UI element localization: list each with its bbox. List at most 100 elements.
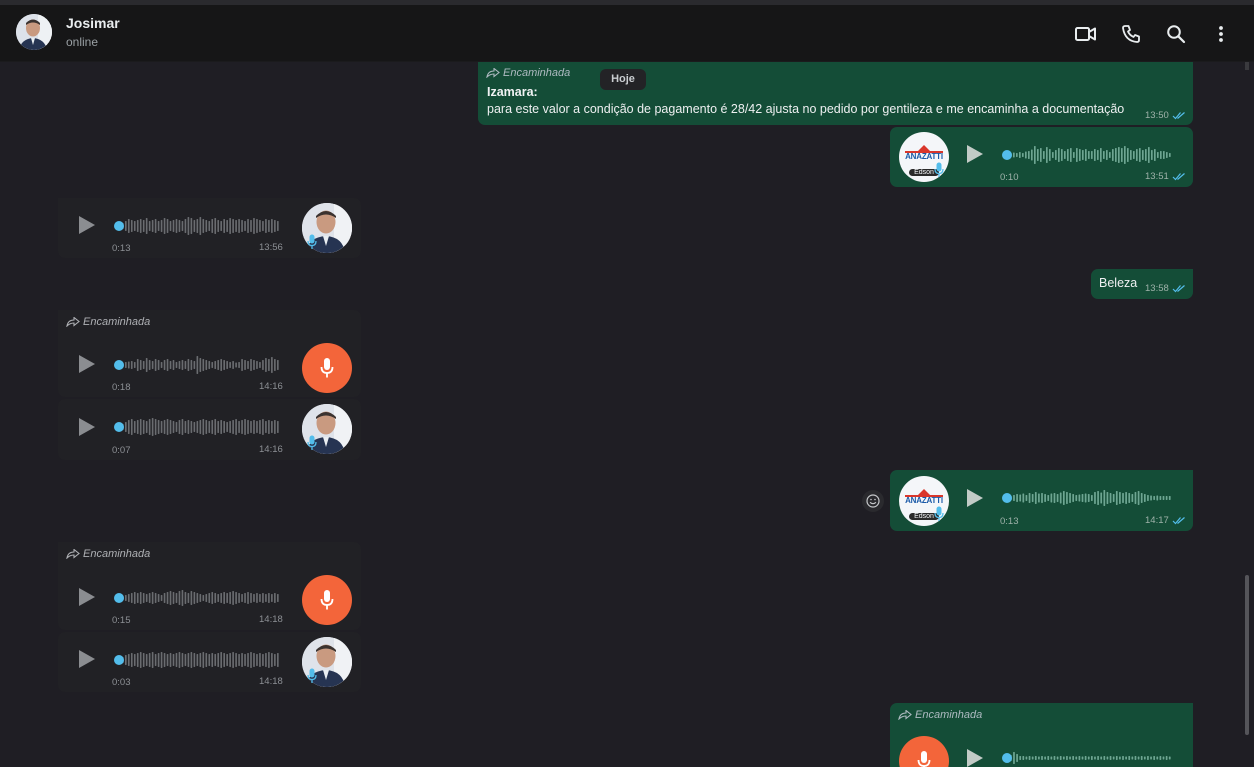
playback-position-dot[interactable] [114, 655, 124, 665]
forwarded-tag: Encaminhada [66, 316, 150, 328]
quoted-sender: Izamara: [487, 85, 538, 99]
voice-note-mic-icon [302, 343, 352, 393]
search-icon[interactable] [1164, 22, 1188, 46]
mic-badge-icon [307, 234, 317, 249]
read-ticks-icon [1172, 112, 1185, 120]
audio-message-in[interactable]: 0:03 14:18 [58, 632, 361, 692]
playback-position-dot[interactable] [114, 422, 124, 432]
contact-status: online [66, 35, 99, 49]
video-call-icon[interactable] [1074, 22, 1098, 46]
message-meta: 14:17 [1145, 515, 1186, 526]
chat-header[interactable]: Josimar online [0, 0, 1254, 62]
play-icon[interactable] [78, 649, 96, 669]
smiley-icon [866, 494, 880, 508]
audio-waveform[interactable] [114, 648, 282, 672]
forwarded-tag: Encaminhada [898, 709, 982, 721]
forwarded-label: Encaminhada [915, 709, 983, 721]
audio-message-in[interactable]: Encaminhada 0:15 14:18 [58, 542, 361, 630]
message-meta: 14:18 [259, 614, 283, 625]
read-ticks-icon [1172, 517, 1185, 525]
audio-message-out[interactable]: Encaminhada [890, 703, 1193, 767]
message-meta: 13:56 [259, 242, 283, 253]
play-icon[interactable] [966, 144, 984, 164]
audio-waveform[interactable] [1002, 486, 1174, 510]
audio-duration: 0:07 [112, 445, 131, 456]
audio-message-out[interactable]: ANAZATTI Edson 0:10 13:51 [890, 127, 1193, 187]
playback-position-dot[interactable] [114, 221, 124, 231]
message-time: 14:17 [1145, 515, 1169, 526]
playback-position-dot[interactable] [114, 360, 124, 370]
message-meta: 13:58 [1145, 283, 1186, 294]
contact-name[interactable]: Josimar [66, 15, 120, 31]
audio-message-in[interactable]: 0:13 13:56 [58, 198, 361, 258]
message-time: 13:56 [259, 242, 283, 253]
menu-icon[interactable] [1209, 22, 1233, 46]
mic-badge-icon [934, 162, 944, 177]
message-time: 14:18 [259, 614, 283, 625]
audio-duration: 0:10 [1000, 172, 1019, 183]
message-meta: 13:51 [1145, 171, 1186, 182]
message-text: Beleza [1099, 276, 1138, 290]
emoji-reaction-button[interactable] [862, 490, 884, 512]
audio-message-out[interactable]: ANAZATTI Edson 0:13 14:17 [890, 470, 1193, 531]
audio-waveform[interactable] [114, 415, 282, 439]
forwarded-label: Encaminhada [503, 67, 571, 79]
playback-position-dot[interactable] [1002, 493, 1012, 503]
audio-message-in[interactable]: 0:07 14:16 [58, 399, 361, 460]
forwarded-label: Encaminhada [83, 316, 151, 328]
forwarded-tag: Encaminhada [486, 67, 570, 79]
scrollbar-thumb[interactable] [1245, 575, 1249, 735]
message-time: 14:16 [259, 381, 283, 392]
message-bubble-out[interactable]: Beleza 13:58 [1091, 269, 1193, 299]
message-time: 13:58 [1145, 283, 1169, 294]
forward-arrow-icon [66, 549, 80, 559]
message-time: 14:18 [259, 676, 283, 687]
message-meta: 14:18 [259, 676, 283, 687]
play-icon[interactable] [966, 488, 984, 508]
message-time: 14:16 [259, 444, 283, 455]
audio-duration: 0:03 [112, 677, 131, 688]
audio-waveform[interactable] [114, 353, 282, 377]
playback-position-dot[interactable] [114, 593, 124, 603]
avatar-logo-text: ANAZATTI [905, 152, 943, 161]
playback-position-dot[interactable] [1002, 150, 1012, 160]
forward-arrow-icon [66, 317, 80, 327]
voice-note-mic-icon [899, 736, 949, 767]
audio-waveform[interactable] [1002, 746, 1174, 767]
avatar-logo-text: ANAZATTI [905, 496, 943, 505]
audio-duration: 0:15 [112, 615, 131, 626]
playback-position-dot[interactable] [1002, 753, 1012, 763]
audio-duration: 0:13 [1000, 516, 1019, 527]
message-time: 13:51 [1145, 171, 1169, 182]
play-icon[interactable] [78, 354, 96, 374]
contact-avatar[interactable] [16, 14, 52, 50]
forwarded-label: Encaminhada [83, 548, 151, 560]
message-meta: 14:16 [259, 381, 283, 392]
forward-arrow-icon [898, 710, 912, 720]
scrollbar-top [1245, 62, 1249, 70]
read-ticks-icon [1172, 173, 1185, 181]
message-text: para este valor a condição de pagamento … [487, 102, 1125, 116]
forwarded-tag: Encaminhada [66, 548, 150, 560]
read-ticks-icon [1172, 285, 1185, 293]
audio-waveform[interactable] [114, 586, 282, 610]
audio-message-in[interactable]: Encaminhada 0:18 14:16 [58, 310, 361, 397]
message-meta: 13:50 [1145, 110, 1186, 121]
mic-badge-icon [307, 435, 317, 450]
voice-call-icon[interactable] [1119, 22, 1143, 46]
audio-waveform[interactable] [114, 214, 282, 238]
forward-arrow-icon [486, 68, 500, 78]
play-icon[interactable] [966, 748, 984, 767]
message-time: 13:50 [1145, 110, 1169, 121]
play-icon[interactable] [78, 417, 96, 437]
play-icon[interactable] [78, 215, 96, 235]
mic-badge-icon [307, 668, 317, 683]
message-meta: 14:16 [259, 444, 283, 455]
chat-window: Josimar online Encaminhada Hoje Izamara:… [0, 0, 1254, 767]
audio-waveform[interactable] [1002, 143, 1174, 167]
play-icon[interactable] [78, 587, 96, 607]
audio-duration: 0:13 [112, 243, 131, 254]
date-divider: Hoje [600, 69, 646, 90]
audio-duration: 0:18 [112, 382, 131, 393]
voice-note-mic-icon [302, 575, 352, 625]
